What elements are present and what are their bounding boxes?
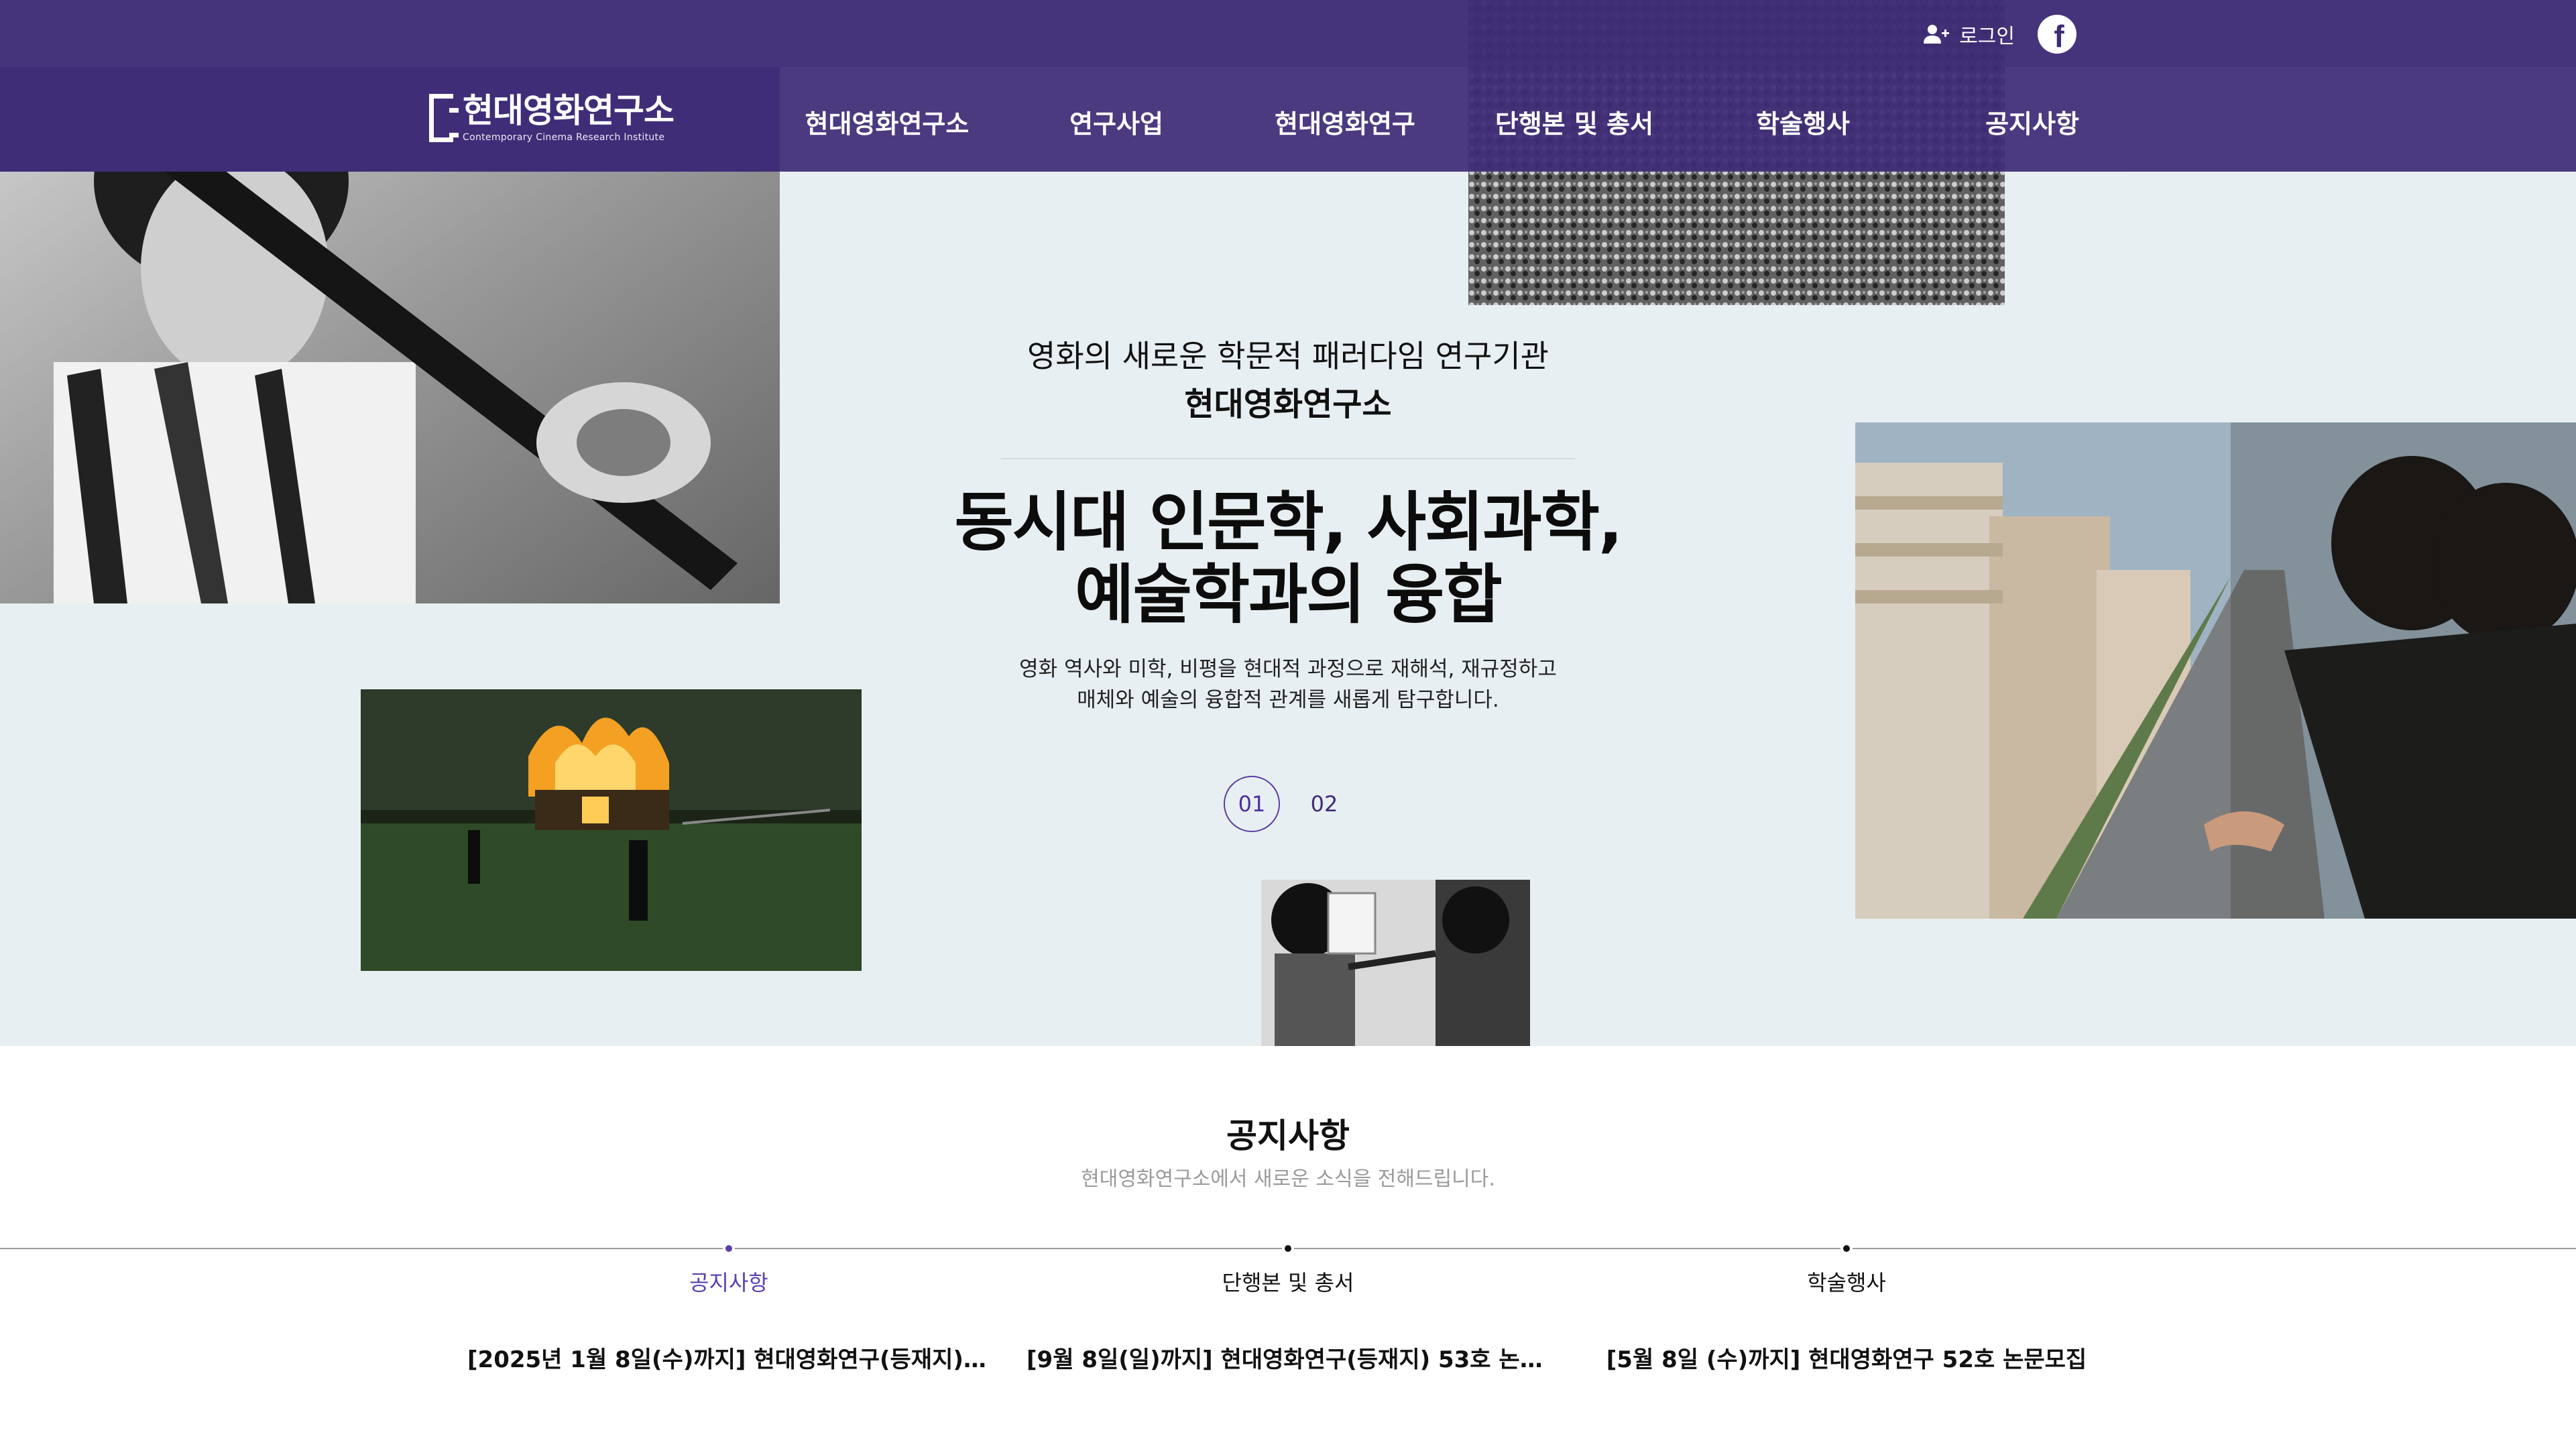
hero-copy: 영화의 새로운 학문적 패러다임 연구기관 현대영화연구소 동시대 인문학, 사… (953, 332, 1623, 832)
notice-tab-books[interactable]: 단행본 및 총서 (1222, 1266, 1354, 1297)
timeline-dot-notice (723, 1242, 735, 1255)
notice-post-link[interactable]: [2025년 1월 8일(수)까지] 현대영화연구(등재지) 5… (467, 1341, 990, 1374)
timeline-dot-events (1840, 1242, 1853, 1255)
nav-item-institute[interactable]: 현대영화연구소 (805, 103, 970, 140)
hero-headline-line2: 예술학과의 융합 (1075, 557, 1503, 632)
utility-links: 로그인 f (1923, 15, 2076, 54)
hero-photo-camera (1261, 880, 1530, 1046)
logo-title: 현대영화연구소 (463, 91, 675, 130)
hero-desc-line1: 영화 역사와 미학, 비평을 현대적 과정으로 재해석, 재규정하고 (1019, 657, 1557, 681)
hero-description: 영화 역사와 미학, 비평을 현대적 과정으로 재해석, 재규정하고 매체와 예… (953, 654, 1623, 715)
hero-kicker-strong: 현대영화연구소 (1184, 386, 1392, 423)
hero-divider (1001, 458, 1575, 459)
facebook-icon[interactable]: f (2038, 15, 2076, 54)
notice-tab-notice[interactable]: 공지사항 (689, 1266, 768, 1297)
nav-item-notice[interactable]: 공지사항 (1985, 103, 2079, 140)
login-label: 로그인 (1959, 25, 2015, 48)
hero-desc-line2: 매체와 예술의 융합적 관계를 새롭게 탐구합니다. (1077, 688, 1499, 712)
logo-text: 현대영화연구소 Contemporary Cinema Research Ins… (463, 91, 675, 143)
nav-item-events[interactable]: 학술행사 (1756, 103, 1850, 140)
logo-subtitle: Contemporary Cinema Research Institute (463, 132, 665, 143)
hero-photo-city-street (1855, 422, 2576, 919)
notice-subtitle: 현대영화연구소에서 새로운 소식을 전해드립니다. (1081, 1167, 1495, 1191)
notice-tab-events[interactable]: 학술행사 (1807, 1266, 1886, 1297)
site-logo[interactable]: 현대영화연구소 Contemporary Cinema Research Ins… (429, 91, 675, 143)
slide-pager-01[interactable]: 01 (1224, 776, 1280, 832)
main-nav: 현대영화연구소 연구사업 현대영화연구 단행본 및 총서 학술행사 공지사항 (780, 67, 2121, 172)
timeline-dot-books (1282, 1242, 1294, 1255)
slide-pager: 01 02 (953, 776, 1623, 832)
logo-mark-icon (429, 94, 459, 142)
hero-headline: 동시대 인문학, 사회과학, 예술학과의 융합 (953, 486, 1623, 631)
slide-pager-02[interactable]: 02 (1296, 776, 1352, 832)
user-plus-icon (1924, 25, 1950, 44)
notice-title: 공지사항 (1226, 1116, 1350, 1155)
hero-kicker: 영화의 새로운 학문적 패러다임 연구기관 (1027, 338, 1549, 374)
login-link[interactable]: 로그인 (1923, 19, 2015, 49)
hero-headline-line1: 동시대 인문학, 사회과학, (954, 485, 1623, 560)
nav-item-books[interactable]: 단행본 및 총서 (1495, 103, 1653, 140)
notice-post-link[interactable]: [9월 8일(일)까지] 현대영화연구(등재지) 53호 논문… (1027, 1341, 1549, 1374)
top-utility-bar (0, 0, 2576, 67)
notice-post-link[interactable]: [5월 8일 (수)까지] 현대영화연구 52호 논문모집 (1585, 1341, 2108, 1374)
nav-item-journal[interactable]: 현대영화연구 (1275, 103, 1415, 140)
nav-item-research-projects[interactable]: 연구사업 (1069, 103, 1163, 140)
hero-photo-burning-house (361, 689, 862, 971)
